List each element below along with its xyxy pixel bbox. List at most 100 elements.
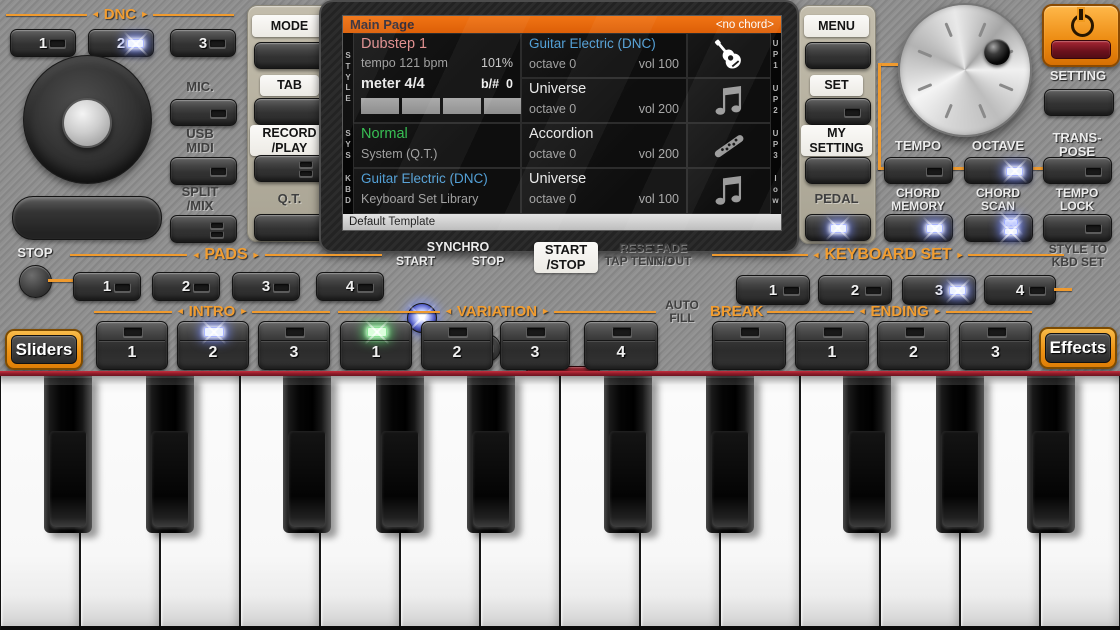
tempo-button[interactable] [884, 157, 953, 184]
ending-button-3[interactable]: 3 [959, 321, 1032, 370]
my-setting-button[interactable] [805, 157, 871, 184]
part-up3-icon-cell[interactable] [687, 123, 771, 168]
arrow-left-icon: ◄ [176, 307, 185, 316]
ending-button-1[interactable]: 1 [795, 321, 869, 370]
mic-button[interactable] [170, 99, 237, 126]
knob-tick [978, 22, 987, 37]
sliders-button[interactable]: Sliders [5, 329, 83, 370]
dnc-button-1[interactable]: 1 [10, 29, 76, 57]
black-key-8[interactable] [843, 376, 891, 533]
page-title: Main Page [350, 17, 414, 32]
chord-scan-button[interactable] [964, 214, 1033, 242]
set-button[interactable] [805, 98, 871, 125]
black-key-1[interactable] [44, 376, 92, 533]
black-key-6[interactable] [604, 376, 652, 533]
side-label-kbd: K B D [343, 168, 353, 213]
part-up1-icon-cell[interactable] [687, 33, 771, 78]
black-key-5[interactable] [467, 376, 515, 533]
mode-button[interactable] [254, 42, 328, 69]
variation-button-4[interactable]: 4 [584, 321, 658, 370]
black-key-3[interactable] [283, 376, 331, 533]
fade-in-out-label: FADE IN/OUT [640, 242, 702, 268]
setting-button[interactable] [1044, 89, 1114, 116]
part-up3-cell[interactable]: Accordion octave 0 vol 200 [521, 123, 687, 168]
synchro-start-label: START [388, 255, 443, 268]
part-up2-icon-cell[interactable] [687, 78, 771, 123]
dnc-button-3-label: 3 [199, 35, 207, 52]
pads-3-led [273, 283, 290, 292]
pads-button-2[interactable]: 2 [152, 272, 220, 301]
variation-section-label: ◄ VARIATION ► [338, 303, 656, 320]
tab-button[interactable] [254, 98, 328, 125]
kbd-name: Guitar Electric (DNC) [361, 171, 488, 186]
dnc-button-2[interactable]: 2 [88, 29, 154, 57]
joystick-cap[interactable] [62, 98, 112, 148]
synchro-label: SYNCHRO [408, 241, 508, 255]
part-up1-cell[interactable]: Guitar Electric (DNC) octave 0 vol 100 [521, 33, 687, 78]
start-stop-label: START /STOP [534, 242, 598, 273]
arrow-right-icon: ► [140, 10, 149, 19]
record-play-label: RECORD /PLAY [250, 125, 329, 156]
part-low-icon-cell[interactable] [687, 168, 771, 214]
transpose-button[interactable] [1043, 157, 1112, 184]
record-play-button[interactable] [254, 155, 328, 182]
tempo-octave-knob[interactable] [898, 3, 1032, 137]
auto-fill-label: AUTO FILL [657, 299, 707, 325]
synchro-stop-label: STOP [463, 255, 513, 268]
kbd-cell[interactable]: Guitar Electric (DNC) Keyboard Set Libra… [353, 168, 521, 214]
black-key-10[interactable] [1027, 376, 1075, 533]
chord-memory-button[interactable] [884, 214, 953, 242]
joystick[interactable] [23, 55, 152, 184]
tempo-lock-label: TEMPO LOCK [1042, 187, 1112, 213]
intro-button-2[interactable]: 2 [177, 321, 249, 370]
piano-keyboard[interactable] [0, 376, 1120, 630]
beat-segment [361, 98, 399, 114]
qt-button[interactable] [254, 214, 328, 241]
part-low-cell[interactable]: Universe octave 0 vol 100 [521, 168, 687, 214]
tempo-lock-button[interactable] [1043, 214, 1112, 242]
variation-button-2[interactable]: 2 [421, 321, 493, 370]
variation-button-3[interactable]: 3 [500, 321, 570, 370]
pedal-label: PEDAL [803, 192, 870, 206]
part-up3-vol: vol 200 [639, 147, 679, 161]
black-key-4[interactable] [376, 376, 424, 533]
menu-button[interactable] [805, 42, 871, 69]
knob-tick [944, 22, 953, 37]
intro-button-1[interactable]: 1 [96, 321, 168, 370]
pads-button-4[interactable]: 4 [316, 272, 384, 301]
effects-button-label: Effects [1045, 333, 1111, 363]
keyboard-set-button-3[interactable]: 3 [902, 275, 976, 305]
black-key-7[interactable] [706, 376, 754, 533]
octave-button[interactable] [964, 157, 1033, 184]
effects-button[interactable]: Effects [1039, 327, 1117, 369]
usb-midi-button[interactable] [170, 157, 237, 185]
intro-2-led [204, 327, 224, 337]
main-display[interactable]: Main Page <no chord> S T Y L E S Y S K B… [343, 16, 781, 230]
keyboard-set-button-1[interactable]: 1 [736, 275, 810, 305]
variation-button-1[interactable]: 1 [340, 321, 412, 370]
style-meter: meter 4/4 [361, 76, 425, 92]
arrow-left-icon: ◄ [91, 10, 100, 19]
break-button[interactable] [712, 321, 786, 370]
set-led [844, 108, 861, 117]
pads-button-3[interactable]: 3 [232, 272, 300, 301]
ending-button-2[interactable]: 2 [877, 321, 950, 370]
sys-cell[interactable]: Normal System (Q.T.) [353, 123, 521, 168]
black-key-9[interactable] [936, 376, 984, 533]
pitch-bend-bar[interactable] [12, 196, 162, 240]
split-mix-button[interactable] [170, 215, 237, 243]
power-button[interactable] [1042, 4, 1120, 67]
pedal-button[interactable] [805, 214, 871, 241]
knob-tick [998, 83, 1013, 92]
chord-memory-label: CHORD MEMORY [882, 187, 954, 213]
style-cell[interactable]: Dubstep 1 tempo 121 bpm 101% meter 4/4 b… [353, 33, 521, 123]
intro-button-3[interactable]: 3 [258, 321, 330, 370]
dnc-button-3[interactable]: 3 [170, 29, 236, 57]
keyboard-set-button-4[interactable]: 4 [984, 275, 1056, 305]
beat-segment [484, 98, 522, 114]
part-up2-cell[interactable]: Universe octave 0 vol 200 [521, 78, 687, 123]
black-key-2[interactable] [146, 376, 194, 533]
pads-button-1[interactable]: 1 [73, 272, 141, 301]
ending-1-led [823, 327, 843, 337]
keyboard-set-button-2[interactable]: 2 [818, 275, 892, 305]
